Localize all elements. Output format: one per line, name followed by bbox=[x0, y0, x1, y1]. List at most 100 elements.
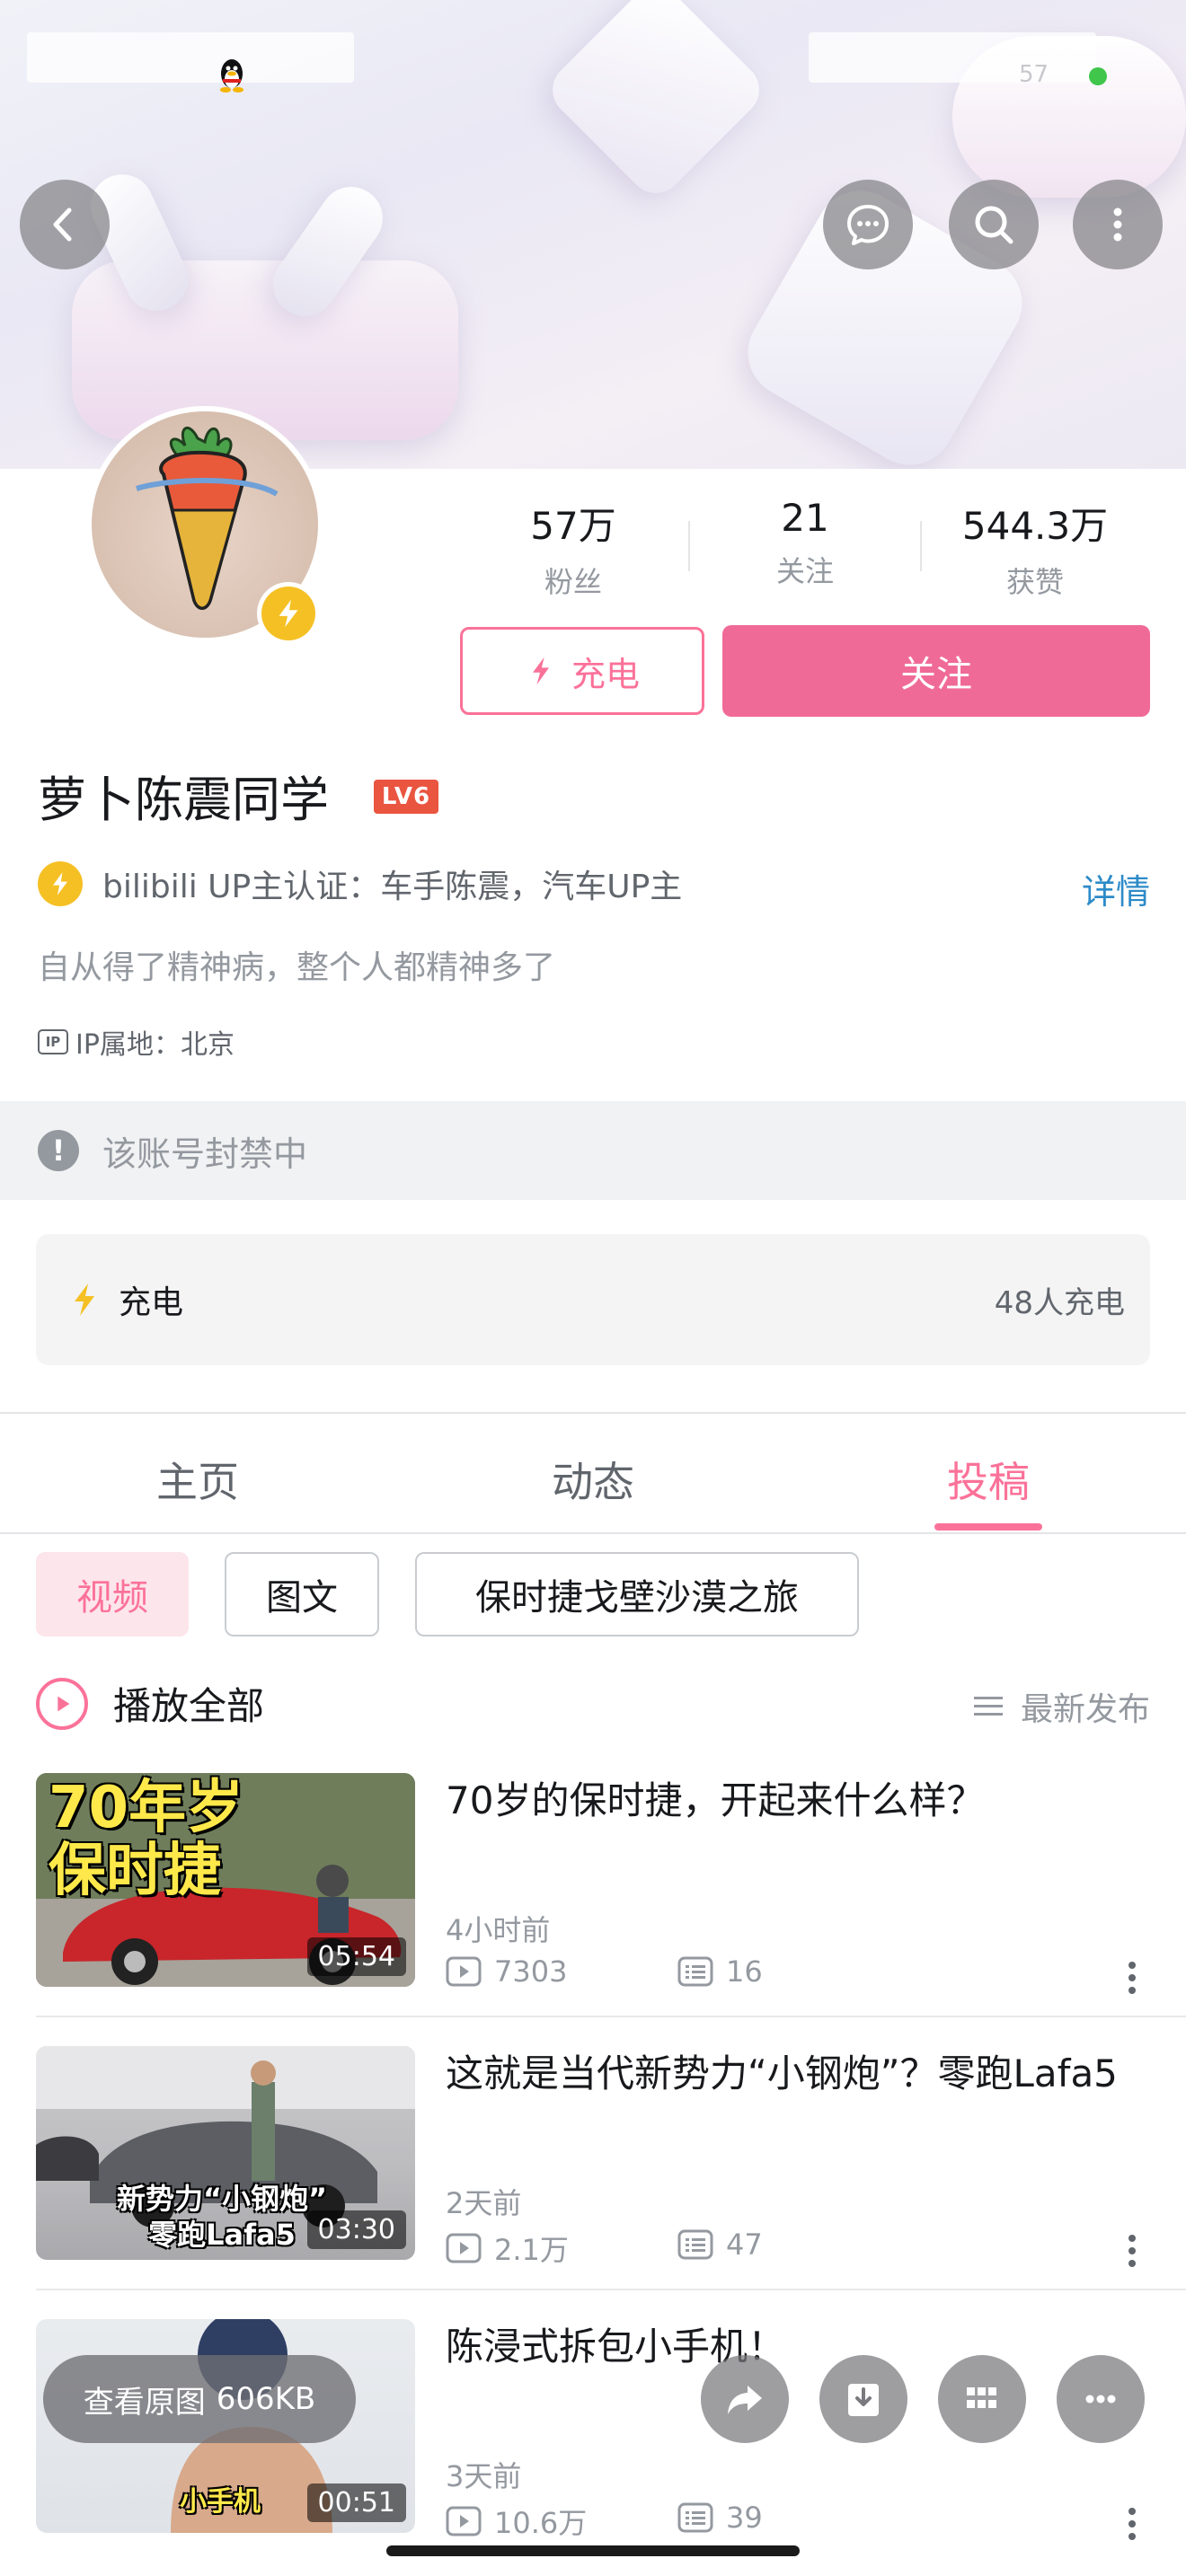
stat-value: 544.3万 bbox=[961, 504, 1109, 548]
filter-series[interactable]: 保时捷戈壁沙漠之旅 bbox=[415, 1552, 859, 1636]
video-time: 4小时前 bbox=[446, 1913, 551, 1947]
video-views: 10.6万 bbox=[446, 2501, 587, 2542]
video-thumbnail: 70年岁 保时捷 05:54 bbox=[36, 1773, 415, 1987]
lightning-icon bbox=[75, 1284, 94, 1316]
lightning-icon bbox=[279, 599, 298, 628]
share-arrow-icon bbox=[728, 2386, 762, 2414]
filter-video[interactable]: 视频 bbox=[36, 1552, 189, 1636]
ip-location-text: IP属地：北京 bbox=[75, 1029, 235, 1061]
view-count: 7303 bbox=[494, 1954, 568, 1989]
charge-card-label: 充电 bbox=[119, 1284, 184, 1321]
tab-dynamic[interactable]: 动态 bbox=[476, 1450, 710, 1509]
banner-decoration bbox=[541, 0, 771, 205]
sort-label: 最新发布 bbox=[1020, 1691, 1150, 1728]
video-danmaku: 16 bbox=[677, 1954, 763, 1989]
certification: bilibili UP主认证：车手陈震，汽车UP主 bbox=[38, 860, 682, 907]
video-title: 陈浸式拆包小手机！ bbox=[446, 2325, 786, 2369]
divider bbox=[36, 2289, 1186, 2290]
view-count: 10.6万 bbox=[494, 2506, 588, 2540]
charge-button[interactable]: 充电 bbox=[460, 627, 704, 715]
lightning-icon bbox=[532, 657, 549, 685]
more-options-button[interactable] bbox=[1073, 180, 1163, 269]
video-item[interactable]: 新势力“小钢炮” 零跑Lafa5 03:30 这就是当代新势力“小钢炮”？零跑La… bbox=[36, 2046, 1150, 2267]
exclamation-icon: ! bbox=[38, 1130, 79, 1171]
grid-button[interactable] bbox=[938, 2355, 1026, 2443]
qq-penguin-icon bbox=[220, 59, 243, 93]
thumbnail-caption: 70年岁 保时捷 bbox=[49, 1775, 244, 1904]
stat-likes[interactable]: 544.3万 获赞 bbox=[945, 496, 1125, 601]
search-button[interactable] bbox=[949, 180, 1039, 269]
view-count: 2.1万 bbox=[494, 2233, 569, 2267]
charge-card[interactable]: 充电 48人充电 bbox=[36, 1234, 1150, 1365]
stat-fans[interactable]: 57万 粉丝 bbox=[483, 496, 663, 601]
video-danmaku: 47 bbox=[677, 2228, 763, 2262]
play-count-icon bbox=[446, 2506, 482, 2536]
danmaku-count: 39 bbox=[726, 2501, 763, 2535]
stat-label: 粉丝 bbox=[544, 565, 602, 599]
more-horizontal-icon bbox=[1085, 2395, 1116, 2404]
thumbnail-caption: 小手机 bbox=[180, 2486, 261, 2518]
search-icon bbox=[975, 206, 1013, 244]
tab-home[interactable]: 主页 bbox=[81, 1450, 314, 1509]
video-time: 3天前 bbox=[446, 2459, 522, 2493]
certification-detail-link[interactable]: 详情 bbox=[1082, 864, 1150, 913]
danmaku-count: 47 bbox=[726, 2228, 763, 2262]
active-tab-indicator bbox=[934, 1523, 1042, 1531]
ip-location: IP IP属地：北京 bbox=[38, 1022, 235, 1062]
play-count-icon bbox=[446, 2233, 482, 2263]
view-original-button[interactable]: 查看原图 606KB bbox=[43, 2355, 356, 2443]
tab-uploads[interactable]: 投稿 bbox=[872, 1450, 1105, 1509]
video-time: 2天前 bbox=[446, 2186, 522, 2220]
chat-bubble-icon bbox=[847, 205, 889, 245]
profile-tabs: 主页 动态 投稿 bbox=[0, 1414, 1186, 1534]
more-horizontal-button[interactable] bbox=[1057, 2355, 1145, 2443]
video-item[interactable]: 70年岁 保时捷 05:54 70岁的保时捷，开起来什么样？ 4小时前 7303 … bbox=[36, 1773, 1150, 1994]
share-button[interactable] bbox=[701, 2355, 789, 2443]
stat-divider bbox=[688, 521, 690, 571]
thumbnail-caption: 新势力“小钢炮” 零跑Lafa5 bbox=[117, 2182, 328, 2252]
video-danmaku: 39 bbox=[677, 2501, 763, 2535]
filter-article[interactable]: 图文 bbox=[225, 1552, 379, 1636]
video-duration: 03:30 bbox=[306, 2210, 406, 2249]
download-button[interactable] bbox=[819, 2355, 907, 2443]
stat-value: 21 bbox=[781, 496, 829, 540]
stat-label: 获赞 bbox=[1005, 565, 1064, 599]
ip-icon: IP bbox=[38, 1029, 68, 1054]
video-views: 7303 bbox=[446, 1954, 567, 1989]
danmaku-icon bbox=[677, 2229, 713, 2260]
video-more-button[interactable] bbox=[1114, 2497, 1150, 2551]
follow-button[interactable]: 关注 bbox=[722, 625, 1150, 717]
back-button[interactable] bbox=[20, 180, 110, 269]
stat-label: 关注 bbox=[775, 554, 834, 588]
charge-button-label: 充电 bbox=[571, 654, 640, 694]
danmaku-icon bbox=[677, 2502, 713, 2533]
video-duration: 05:54 bbox=[306, 1937, 406, 1976]
more-vertical-icon bbox=[1113, 207, 1122, 242]
stat-divider bbox=[920, 521, 922, 571]
play-all-label: 播放全部 bbox=[113, 1684, 265, 1728]
video-more-button[interactable] bbox=[1114, 2224, 1150, 2278]
stat-following[interactable]: 21 关注 bbox=[715, 496, 895, 590]
video-views: 2.1万 bbox=[446, 2228, 569, 2269]
play-all-button[interactable]: 播放全部 bbox=[36, 1676, 264, 1731]
play-circle-icon bbox=[36, 1677, 88, 1730]
user-signature: 自从得了精神病，整个人都精神多了 bbox=[38, 949, 556, 986]
sort-selector[interactable]: 最新发布 bbox=[972, 1683, 1150, 1730]
certification-icon bbox=[38, 861, 83, 906]
user-name: 萝卜陈震同学 bbox=[38, 772, 329, 828]
message-button[interactable] bbox=[823, 180, 913, 269]
video-duration: 00:51 bbox=[306, 2483, 406, 2522]
danmaku-count: 16 bbox=[726, 1954, 763, 1989]
play-count-icon bbox=[446, 1956, 482, 1987]
image-size: 606KB bbox=[216, 2381, 316, 2417]
battery-level: 57 bbox=[1019, 61, 1049, 88]
divider bbox=[36, 2016, 1186, 2017]
home-indicator[interactable] bbox=[386, 2545, 800, 2556]
grid-icon bbox=[967, 2387, 996, 2408]
charge-count: 48人充电 bbox=[994, 1284, 1125, 1321]
status-dot-icon bbox=[1089, 67, 1107, 85]
video-more-button[interactable] bbox=[1114, 1951, 1150, 2005]
view-original-label: 查看原图 bbox=[83, 2384, 206, 2421]
level-badge: LV6 bbox=[374, 780, 438, 814]
certification-text: bilibili UP主认证：车手陈震，汽车UP主 bbox=[102, 869, 683, 905]
